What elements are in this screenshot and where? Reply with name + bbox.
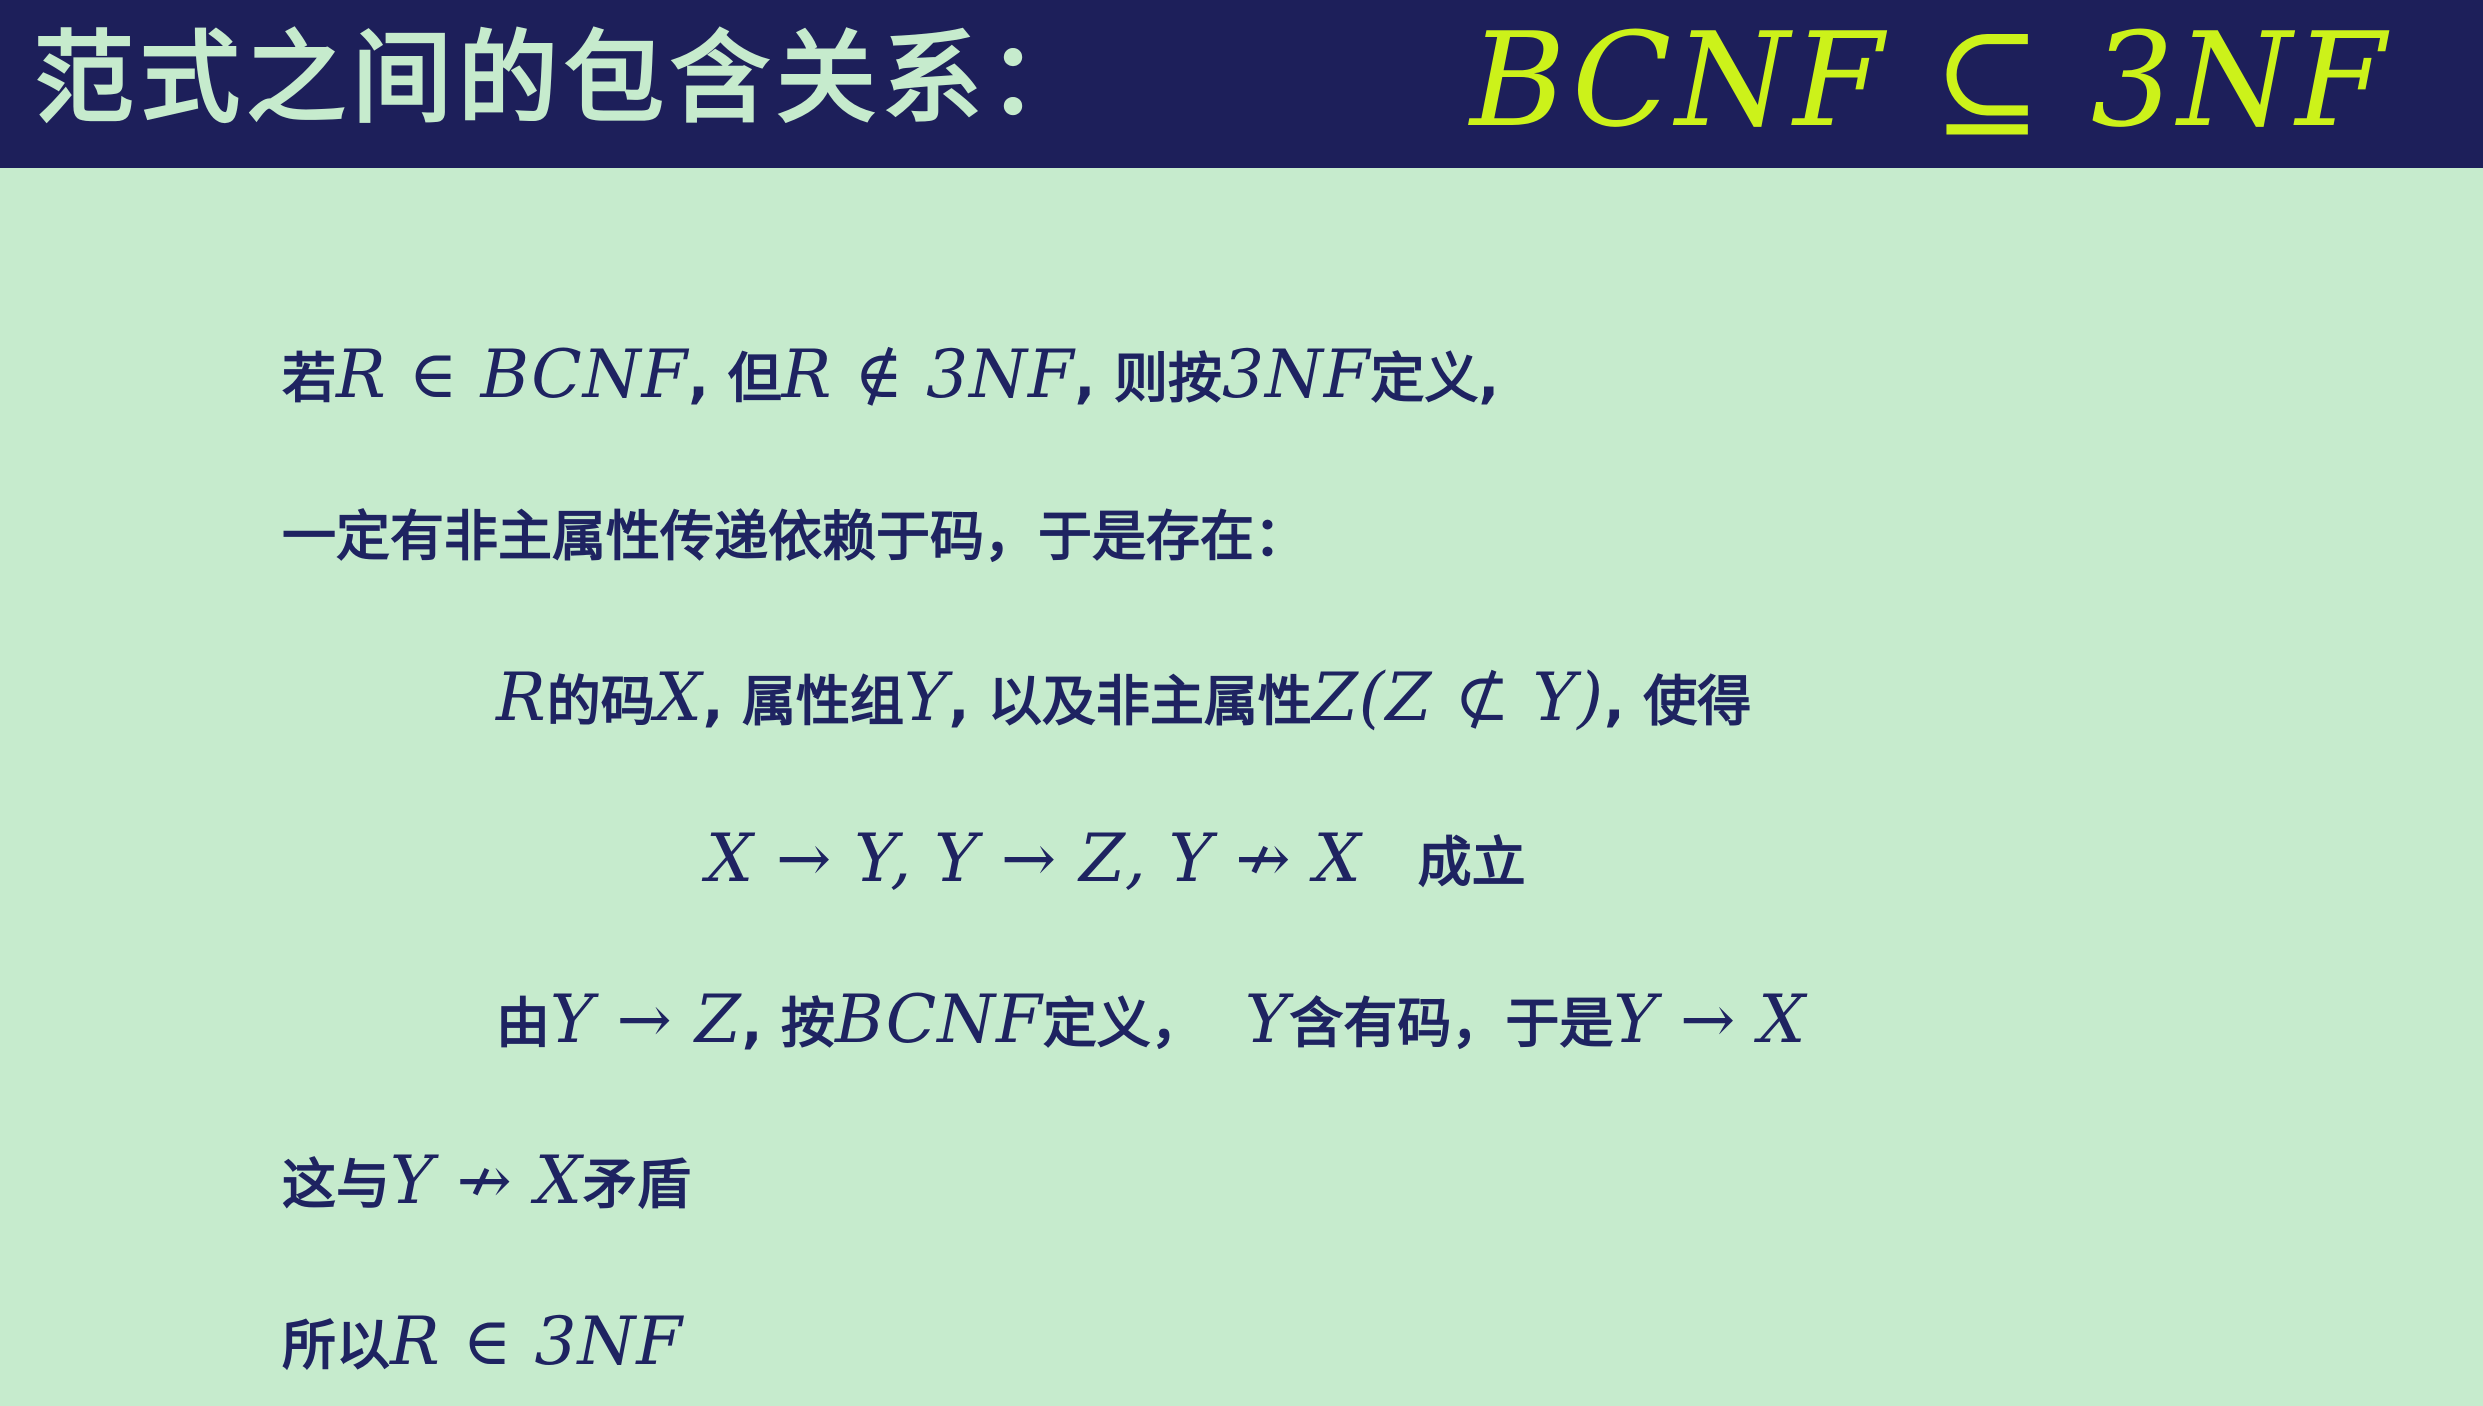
line-text: 定义, bbox=[1370, 347, 1500, 410]
formula: R ∉ 3NF bbox=[781, 336, 1075, 413]
formula: X bbox=[654, 659, 703, 736]
line-text: , 则按 bbox=[1074, 347, 1222, 410]
line-text: , 但 bbox=[688, 347, 782, 410]
formula: Y bbox=[1244, 981, 1290, 1058]
formula: R ∈ 3NF bbox=[390, 1303, 684, 1380]
line-contradiction: 这与Y ↛ X矛盾 bbox=[282, 1141, 691, 1221]
line-text: , 以及非主属性 bbox=[948, 670, 1312, 733]
line-if-bcnf-not-3nf: 若R ∈ BCNF, 但R ∉ 3NF, 则按3NF定义, bbox=[282, 335, 1499, 415]
line-text: 这与 bbox=[282, 1153, 390, 1216]
line-dependencies: X → Y, Y → Z, Y ↛ X 成立 bbox=[706, 819, 1526, 899]
formula: R bbox=[496, 659, 547, 736]
line-text: 的码 bbox=[546, 670, 655, 733]
slide-title: 范式之间的包含关系： bbox=[34, 20, 1094, 137]
title-bar: 范式之间的包含关系： BCNF ⊆ 3NF bbox=[0, 0, 2483, 168]
formula: R ∈ BCNF bbox=[336, 336, 689, 413]
formula: BCNF bbox=[835, 981, 1043, 1058]
formula: Y ↛ X bbox=[390, 1142, 583, 1219]
line-text: 矛盾 bbox=[582, 1153, 691, 1216]
line-conclusion: 所以R ∈ 3NF bbox=[282, 1302, 683, 1382]
line-text: , 属性组 bbox=[702, 670, 905, 733]
slide-title-formula: BCNF ⊆ 3NF bbox=[1470, 4, 2390, 156]
formula: Z(Z ⊄ Y) bbox=[1311, 659, 1604, 736]
formula: Y bbox=[904, 659, 949, 736]
line-text: , 使得 bbox=[1603, 670, 1752, 733]
line-text: 成立 bbox=[1417, 831, 1526, 894]
formula: Y → X bbox=[1613, 981, 1807, 1058]
line-text: 一定有非主属性传递依赖于码，于是存在： bbox=[282, 505, 1308, 568]
line-text: 含有码，于是 bbox=[1289, 992, 1614, 1055]
formula: Y → Z bbox=[550, 981, 742, 1058]
line-text: 由 bbox=[496, 992, 550, 1055]
formula: X → Y, Y → Z, Y ↛ X bbox=[706, 820, 1362, 897]
line-text: , 按 bbox=[741, 992, 836, 1055]
line-transitive-dependency: 一定有非主属性传递依赖于码，于是存在： bbox=[282, 497, 1308, 577]
formula: 3NF bbox=[1221, 336, 1371, 413]
line-text: 定义， bbox=[1042, 992, 1205, 1055]
line-text: 所以 bbox=[282, 1314, 390, 1377]
line-bcnf-definition: 由Y → Z, 按BCNF定义， Y含有码，于是Y → X bbox=[496, 980, 1806, 1060]
line-text: 若 bbox=[282, 347, 336, 410]
line-key-attributes: R的码X, 属性组Y, 以及非主属性Z(Z ⊄ Y), 使得 bbox=[496, 658, 1751, 738]
